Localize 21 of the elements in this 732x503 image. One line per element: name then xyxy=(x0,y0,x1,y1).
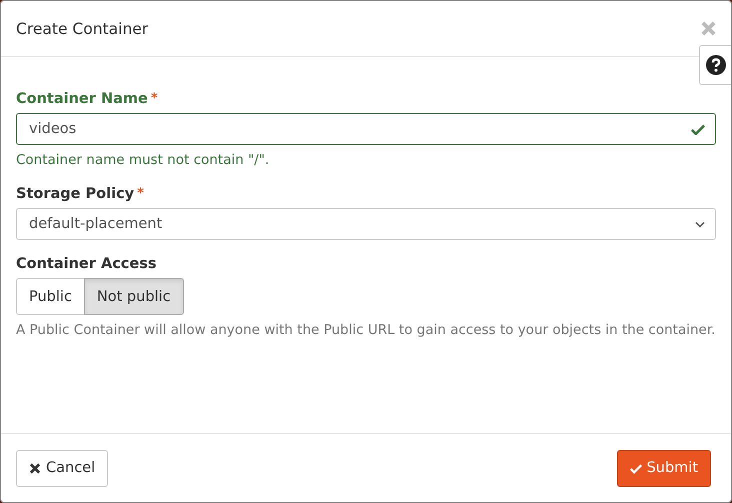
field-label: Container Access xyxy=(16,256,156,272)
help-button[interactable] xyxy=(699,45,731,85)
check-icon xyxy=(691,124,705,134)
cancel-button[interactable]: Cancel xyxy=(16,450,108,486)
toggle-button[interactable]: Public xyxy=(16,278,85,315)
close-icon xyxy=(29,462,41,474)
help-text: A Public Container will allow anyone with the Public URL to gain access to your objects in the container. xyxy=(16,321,716,340)
name-input-field[interactable]: videos xyxy=(16,113,716,145)
required-mark: * xyxy=(137,186,144,201)
help-text: Container name must not contain "/". xyxy=(16,151,270,170)
check-icon xyxy=(630,462,642,474)
required-mark: * xyxy=(150,91,158,106)
caret-icon xyxy=(695,220,705,228)
policy-dropdown[interactable]: default-placement xyxy=(16,208,716,240)
field-label: Storage Policy xyxy=(16,186,134,202)
toggle-button[interactable]: Not public xyxy=(84,278,184,315)
dialog-title: Create Container xyxy=(16,20,148,38)
close-icon xyxy=(701,21,716,36)
field-label: Container Name xyxy=(16,91,148,107)
submit-button[interactable]: Submit xyxy=(616,450,711,486)
help-icon xyxy=(706,55,726,75)
